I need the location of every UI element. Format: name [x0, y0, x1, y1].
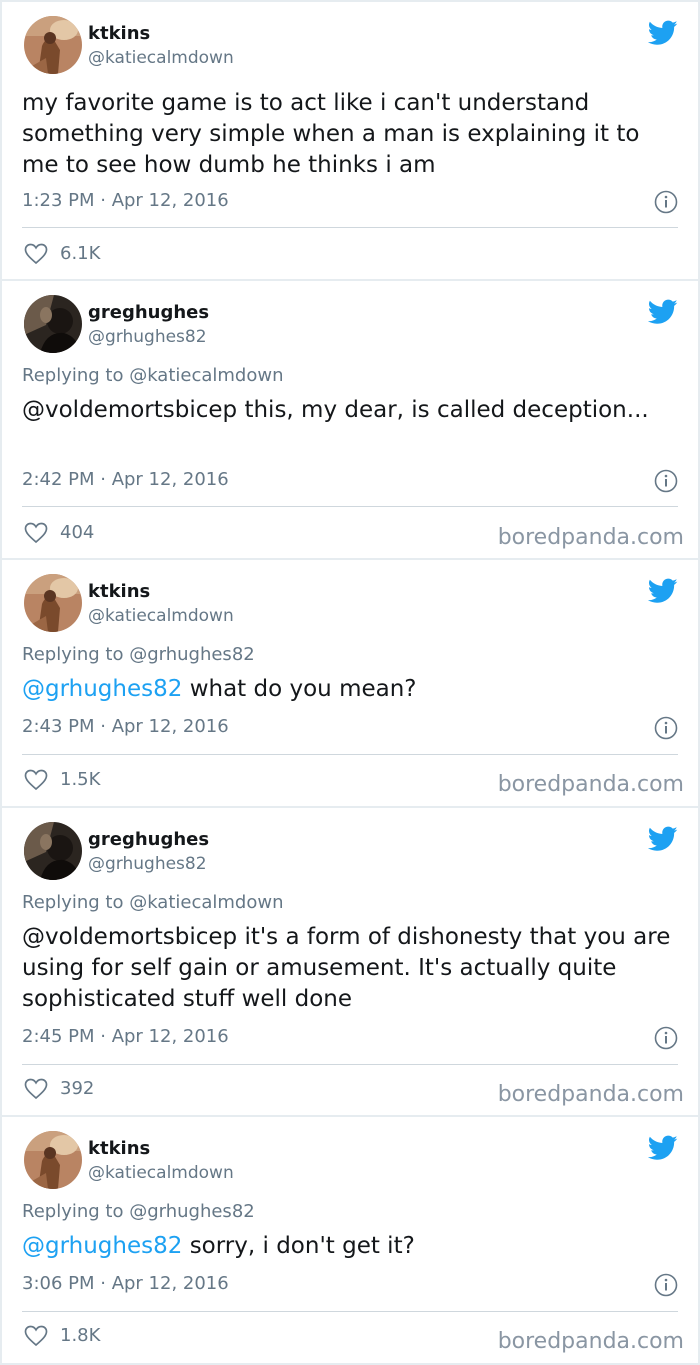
tweet-timestamp[interactable]: 3:06 PM · Apr 12, 2016	[22, 1273, 229, 1295]
avatar[interactable]	[24, 574, 82, 632]
user-handle[interactable]: @katiecalmdown	[88, 1162, 234, 1184]
twitter-bird-icon[interactable]	[648, 578, 678, 604]
like-count: 404	[60, 522, 95, 543]
tweet-text-content: what do you mean?	[182, 676, 417, 702]
tweet-timestamp[interactable]: 2:45 PM · Apr 12, 2016	[22, 1026, 229, 1048]
heart-icon[interactable]	[24, 1078, 48, 1100]
twitter-bird-icon[interactable]	[648, 299, 678, 325]
user-handle[interactable]: @grhughes82	[88, 326, 207, 348]
info-icon[interactable]	[654, 1273, 678, 1297]
heart-icon[interactable]	[24, 522, 48, 544]
tweet-thread: ktkins @katiecalmdown my favorite game i…	[0, 0, 700, 1365]
heart-icon[interactable]	[24, 243, 48, 265]
twitter-bird-icon[interactable]	[648, 826, 678, 852]
heart-icon[interactable]	[24, 769, 48, 791]
info-icon[interactable]	[654, 469, 678, 493]
divider	[22, 227, 678, 228]
twitter-bird-icon[interactable]	[648, 20, 678, 46]
tweet-timestamp[interactable]: 2:43 PM · Apr 12, 2016	[22, 716, 229, 738]
watermark: boredpanda.com	[497, 1329, 684, 1354]
divider	[22, 506, 678, 507]
avatar[interactable]	[24, 1131, 82, 1189]
display-name[interactable]: ktkins	[88, 23, 150, 45]
divider	[22, 1064, 678, 1065]
watermark: boredpanda.com	[497, 772, 684, 797]
heart-icon[interactable]	[24, 1325, 48, 1347]
display-name[interactable]: ktkins	[88, 581, 150, 603]
user-handle[interactable]: @grhughes82	[88, 853, 207, 875]
display-name[interactable]: ktkins	[88, 1138, 150, 1160]
avatar[interactable]	[24, 822, 82, 880]
user-handle[interactable]: @katiecalmdown	[88, 47, 234, 69]
tweet-card: greghughes @grhughes82 Replying to @kati…	[2, 808, 698, 1115]
like-count: 6.1K	[60, 243, 101, 264]
tweet-timestamp[interactable]: 2:42 PM · Apr 12, 2016	[22, 469, 229, 491]
replying-to[interactable]: Replying to @katiecalmdown	[22, 892, 284, 914]
tweet-text: my favorite game is to act like i can't …	[22, 90, 640, 178]
replying-to[interactable]: Replying to @katiecalmdown	[22, 365, 284, 387]
tweet-timestamp[interactable]: 1:23 PM · Apr 12, 2016	[22, 190, 229, 212]
info-icon[interactable]	[654, 190, 678, 214]
avatar[interactable]	[24, 295, 82, 353]
mention-link[interactable]: @grhughes82	[22, 1233, 182, 1259]
info-icon[interactable]	[654, 1026, 678, 1050]
like-count: 392	[60, 1078, 95, 1099]
display-name[interactable]: greghughes	[88, 829, 209, 851]
tweet-text: @grhughes82 sorry, i don't get it?	[22, 1231, 682, 1262]
mention-link[interactable]: @grhughes82	[22, 676, 182, 702]
tweet-text: @voldemortsbicep this, my dear, is calle…	[22, 397, 649, 423]
divider	[22, 1311, 678, 1312]
tweet-card: greghughes @grhughes82 Replying to @kati…	[2, 281, 698, 558]
tweet-text: @grhughes82 what do you mean?	[22, 674, 682, 705]
info-icon[interactable]	[654, 716, 678, 740]
display-name[interactable]: greghughes	[88, 302, 209, 324]
avatar[interactable]	[24, 16, 82, 74]
replying-to[interactable]: Replying to @grhughes82	[22, 644, 255, 666]
tweet-text-content: sorry, i don't get it?	[182, 1233, 415, 1259]
watermark: boredpanda.com	[497, 1082, 684, 1107]
like-count: 1.8K	[60, 1325, 101, 1346]
divider	[22, 754, 678, 755]
tweet-text: @voldemortsbicep it's a form of dishones…	[22, 924, 671, 1012]
tweet-card: ktkins @katiecalmdown my favorite game i…	[2, 2, 698, 279]
watermark: boredpanda.com	[497, 525, 684, 550]
twitter-bird-icon[interactable]	[648, 1135, 678, 1161]
tweet-card: ktkins @katiecalmdown Replying to @grhug…	[2, 560, 698, 806]
replying-to[interactable]: Replying to @grhughes82	[22, 1201, 255, 1223]
user-handle[interactable]: @katiecalmdown	[88, 605, 234, 627]
like-count: 1.5K	[60, 769, 101, 790]
tweet-card: ktkins @katiecalmdown Replying to @grhug…	[2, 1117, 698, 1363]
